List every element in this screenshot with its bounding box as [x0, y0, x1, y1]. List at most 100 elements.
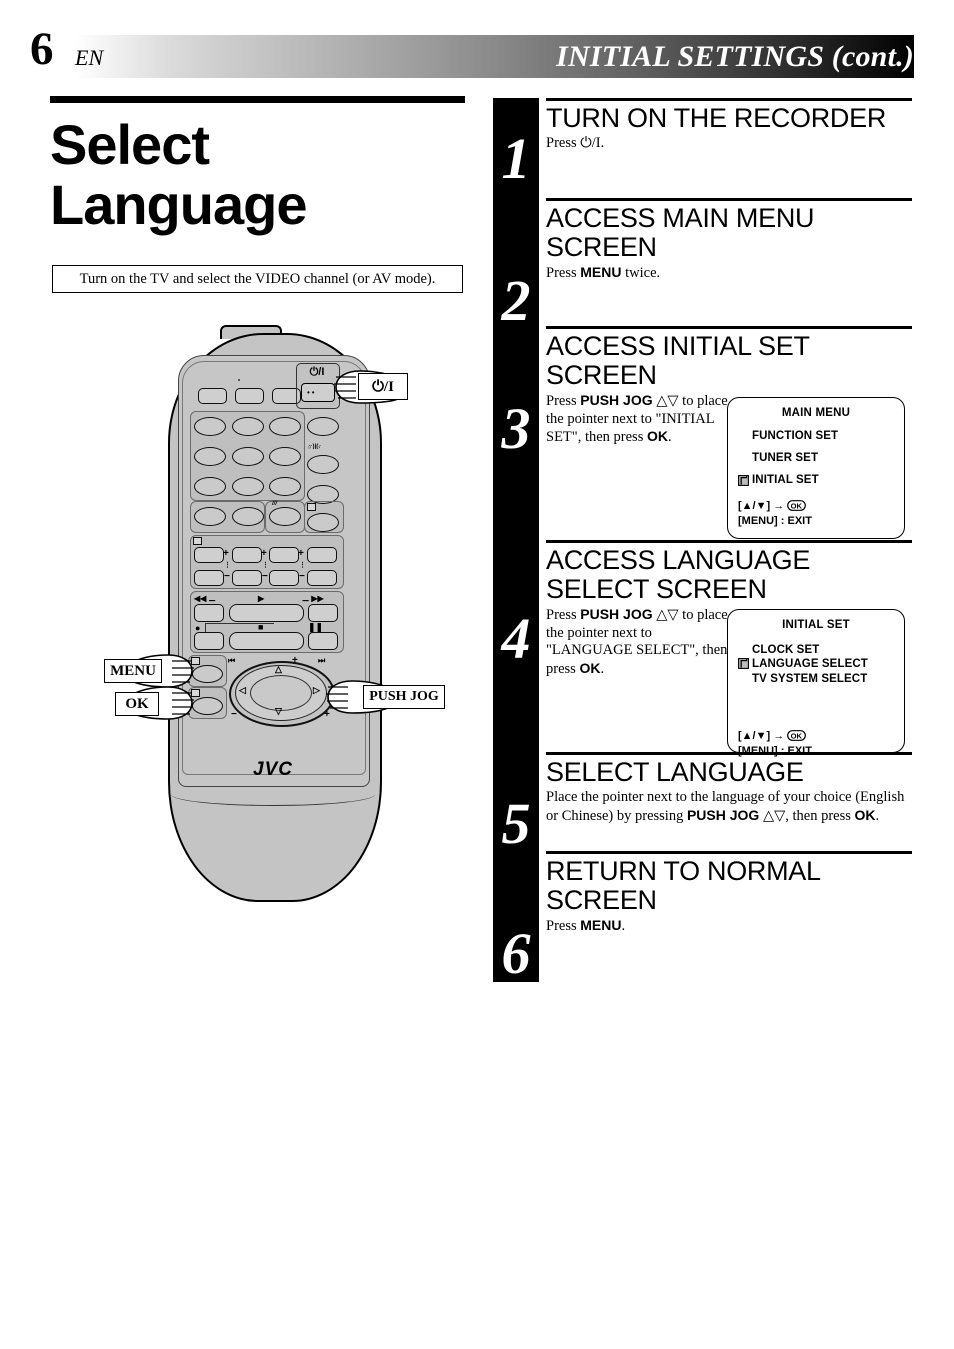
remote-ch-down-4[interactable]: [307, 570, 337, 586]
step-6: RETURN TO NORMAL SCREEN Press MENU.: [546, 851, 912, 936]
osd-item-label: CLOCK SET: [752, 644, 820, 656]
osd-main-menu-title: MAIN MENU: [781, 407, 851, 419]
remote-number-0[interactable]: [194, 507, 226, 526]
remote-ch-up-1[interactable]: [194, 547, 224, 563]
dotted-sep-2: ⋮: [262, 562, 269, 569]
minus-icon-3: −: [299, 571, 305, 582]
stop-icon: ■: [258, 622, 264, 632]
jog-left-icon: ◁: [239, 685, 246, 695]
dotted-sep-3: ⋮: [299, 562, 306, 569]
remote-stop-button[interactable]: [229, 632, 304, 650]
remote-channel-led: [193, 537, 202, 545]
remote-speed-button[interactable]: [269, 507, 301, 526]
osd-item-initial-set[interactable]: INITIAL SET: [738, 474, 904, 486]
remote-right-button-1[interactable]: [307, 417, 339, 436]
osd-item-language-select[interactable]: LANGUAGE SELECT: [738, 657, 904, 671]
osd-item-function-set[interactable]: FUNCTION SET: [752, 430, 904, 442]
step-4-heading: ACCESS LANGUAGE SELECT SCREEN: [546, 545, 811, 605]
callout-push-jog-label: PUSH JOG: [369, 689, 439, 704]
remote-speed-icon: ///: [272, 501, 278, 507]
step-number-6: 6: [501, 921, 531, 986]
remote-ff-button[interactable]: [308, 604, 338, 622]
osd-footer-line1: [▲/▼] → OK: [738, 500, 904, 515]
osd-item-label: INITIAL SET: [752, 474, 819, 486]
left-column: Select Language: [50, 96, 465, 235]
note-box: Turn on the TV and select the VIDEO chan…: [52, 265, 463, 293]
step-2-heading: ACCESS MAIN MENU SCREEN: [546, 203, 815, 263]
osd-item-label: LANGUAGE SELECT: [752, 658, 868, 671]
remote-number-6[interactable]: [269, 447, 301, 466]
remote-ch-up-2[interactable]: [232, 547, 262, 563]
remote-timer-button[interactable]: [307, 513, 339, 532]
remote-number-3[interactable]: [269, 417, 301, 436]
step-5-heading: SELECT LANGUAGE: [546, 757, 804, 788]
remote-right-button-2[interactable]: [307, 455, 339, 474]
step-2-rule: [546, 198, 912, 202]
remote-ch-up-4[interactable]: [307, 547, 337, 563]
remote-brand-logo: JVC: [253, 759, 293, 780]
remote-ch-down-1[interactable]: [194, 570, 224, 586]
osd-footer-nav-hint: [▲/▼] →: [738, 500, 788, 512]
callout-ok: OK: [115, 692, 159, 716]
step-number-3: 3: [501, 396, 531, 461]
pointer-cursor-icon: [738, 475, 749, 486]
power-icon: ⏻/I: [309, 366, 325, 378]
osd-item-tuner-set[interactable]: TUNER SET: [752, 452, 904, 464]
osd-item-clock-set[interactable]: CLOCK SET: [752, 643, 904, 657]
remote-pause-button[interactable]: [308, 632, 338, 650]
ok-glyph-icon: OK: [787, 500, 807, 515]
remote-rewind-button[interactable]: [194, 604, 224, 622]
page-title: Select Language: [50, 115, 465, 235]
step-2-body: Press MENU twice.: [546, 263, 661, 281]
step-1-body: Press ⏻/I.: [546, 135, 605, 152]
step-1-rule: [546, 98, 912, 102]
note-text: Turn on the TV and select the VIDEO chan…: [79, 270, 436, 287]
osd-main-menu-items: FUNCTION SET TUNER SET INITIAL SET: [728, 430, 904, 486]
step-5-rule: [546, 752, 912, 756]
header-title: INITIAL SETTINGS (cont.): [556, 40, 914, 73]
osd-footer-line1: [▲/▼] → OK: [738, 730, 904, 745]
remote-ch-down-3[interactable]: [269, 570, 299, 586]
remote-ch-up-3[interactable]: [269, 547, 299, 563]
step-4-body: Press PUSH JOG △▽ to place the pointer n…: [546, 605, 728, 677]
remote-number-2[interactable]: [232, 417, 264, 436]
step-3-heading: ACCESS INITIAL SET SCREEN: [546, 331, 810, 391]
step-1-heading: TURN ON THE RECORDER: [546, 103, 887, 134]
jog-right-icon: ▷: [313, 685, 320, 695]
remote-number-9[interactable]: [269, 477, 301, 496]
remote-number-5[interactable]: [232, 447, 264, 466]
osd-item-tv-system-select[interactable]: TV SYSTEM SELECT: [752, 672, 904, 686]
remote-number-7[interactable]: [194, 477, 226, 496]
minus-icon-2: −: [262, 571, 268, 582]
step-5-body: Place the pointer next to the language o…: [546, 789, 905, 824]
remote-button-top-1[interactable]: [198, 388, 227, 404]
remote-button-100[interactable]: [232, 507, 264, 526]
remote-play-button[interactable]: [229, 604, 304, 622]
remote-power-dots: ••: [307, 388, 317, 397]
osd-main-menu: MAIN MENU FUNCTION SET TUNER SET INITIAL…: [727, 397, 905, 539]
osd-item-label: TUNER SET: [752, 452, 819, 464]
remote-button-top-2[interactable]: [235, 388, 264, 404]
remote-control-illustration: ⏻/I •• ♪)|(♫ /// + + + − − − ⋮ ⋮ ⋮ ◀◀ ⚊ …: [104, 325, 450, 905]
step-5: SELECT LANGUAGE Place the pointer next t…: [546, 752, 912, 825]
callout-menu: MENU: [104, 659, 162, 683]
remote-number-4[interactable]: [194, 447, 226, 466]
remote-record-button[interactable]: [194, 632, 224, 650]
title-rule: [50, 96, 465, 103]
remote-number-8[interactable]: [232, 477, 264, 496]
step-number-4: 4: [501, 606, 531, 671]
callout-push-jog: PUSH JOG: [363, 685, 445, 709]
remote-number-1[interactable]: [194, 417, 226, 436]
plus-icon-3: +: [298, 548, 304, 559]
remote-timer-led: [307, 503, 316, 511]
page-title-line1: Select: [50, 113, 210, 176]
page-number: 6: [30, 23, 54, 75]
osd-initial-set-items: CLOCK SET LANGUAGE SELECT TV SYSTEM SELE…: [728, 643, 904, 686]
callout-power-label: ⏻/I: [372, 378, 394, 395]
remote-ch-down-2[interactable]: [232, 570, 262, 586]
jog-down-icon: ▽: [275, 706, 282, 716]
plus-icon-1: +: [223, 548, 229, 559]
step-6-rule: [546, 851, 912, 855]
callout-power: ⏻/I: [358, 373, 408, 400]
callout-menu-label: MENU: [110, 662, 156, 679]
